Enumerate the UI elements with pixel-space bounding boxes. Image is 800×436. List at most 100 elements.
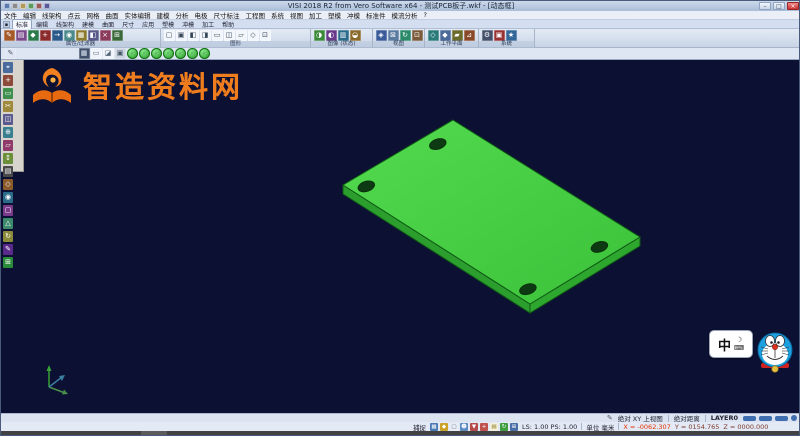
part-model-plate[interactable] <box>1 60 800 413</box>
menu-item[interactable]: 塑模 <box>325 10 344 20</box>
dock-tool-icon[interactable]: ▭ <box>3 88 13 99</box>
toolbar-tab[interactable]: 冲模 <box>178 19 198 30</box>
view-orientation-icon[interactable]: ◦ <box>127 48 138 59</box>
dock-tool-icon[interactable]: ⊞ <box>3 257 13 268</box>
toolbar-icon[interactable]: ◆ <box>28 30 39 41</box>
dock-tool-icon[interactable]: ✎ <box>3 244 13 255</box>
dock-tool-icon[interactable]: ⌖ <box>3 62 13 73</box>
toolbar2-icon[interactable]: ▭ <box>91 48 102 59</box>
dock-tool-icon[interactable]: ↕ <box>3 153 13 164</box>
toolbar-icon[interactable]: ◑ <box>314 30 325 41</box>
dock-tool-icon[interactable]: ⊕ <box>3 127 13 138</box>
dock-tool-icon[interactable]: ▢ <box>3 205 13 216</box>
toolbar-icon[interactable]: ◨ <box>200 30 211 41</box>
toolbar2-icon[interactable]: ▣ <box>115 48 126 59</box>
view-orientation-icon[interactable]: ◦ <box>187 48 198 59</box>
toolbar-icon[interactable]: ◧ <box>88 30 99 41</box>
toolbar-icon[interactable]: ◐ <box>326 30 337 41</box>
toolbar-icon[interactable]: ▢ <box>164 30 175 41</box>
toolbar-icon[interactable]: ⊠ <box>388 30 399 41</box>
toolbar-icon[interactable]: ✎ <box>4 30 15 41</box>
toolbar-icon[interactable]: ▣ <box>176 30 187 41</box>
dock-tool-icon[interactable]: ▱ <box>3 140 13 151</box>
dock-tool-icon[interactable]: ↻ <box>3 231 13 242</box>
toolbar-icon[interactable]: ▰ <box>452 30 463 41</box>
toolbar-icon[interactable]: ◫ <box>224 30 235 41</box>
toolbar-icon[interactable]: ▭ <box>212 30 223 41</box>
snap-icon[interactable]: ↻ <box>500 423 508 431</box>
ime-moon-icon[interactable]: ☽ <box>734 336 744 344</box>
quick-access-icon[interactable] <box>12 3 18 9</box>
toolbar-icon[interactable]: ⚙ <box>482 30 493 41</box>
minimize-button[interactable]: – <box>759 2 771 10</box>
quick-access-icon[interactable] <box>20 3 26 9</box>
snap-icon[interactable]: ▢ <box>450 423 458 431</box>
toolbar2-icon[interactable]: ▦ <box>79 48 90 59</box>
maximize-button[interactable]: □ <box>773 2 785 10</box>
toolbar-icon[interactable]: ⊡ <box>412 30 423 41</box>
snap-icon[interactable]: + <box>480 423 488 431</box>
quick-access-icon[interactable] <box>28 3 34 9</box>
view-orientation-icon[interactable]: ◦ <box>163 48 174 59</box>
toolbar-icon[interactable]: ◈ <box>376 30 387 41</box>
status-button[interactable] <box>743 416 756 421</box>
view-orientation-icon[interactable]: ◦ <box>199 48 210 59</box>
snap-icon[interactable]: ⊞ <box>510 423 518 431</box>
ime-keyboard-icon[interactable]: ⌨ <box>734 344 744 352</box>
snap-icon[interactable]: ▼ <box>470 423 478 431</box>
dock-tool-icon[interactable]: ◫ <box>3 114 13 125</box>
dock-tool-icon[interactable]: ✂ <box>3 101 13 112</box>
toolbar-icon[interactable]: ▱ <box>236 30 247 41</box>
status-button[interactable] <box>759 416 772 421</box>
toolbar-icon[interactable]: + <box>40 30 51 41</box>
menu-item[interactable]: 标准件 <box>363 10 389 20</box>
ime-lang-indicator[interactable]: 中 <box>718 335 731 354</box>
view-orientation-icon[interactable]: ◦ <box>139 48 150 59</box>
snap-icon[interactable]: ☻ <box>460 423 468 431</box>
toolbar-tab[interactable]: 曲面 <box>98 19 118 30</box>
toolbar-icon[interactable]: ⊞ <box>112 30 123 41</box>
dock-tool-icon[interactable]: ◇ <box>3 179 13 190</box>
toolbar-tab[interactable]: 尺寸 <box>118 19 138 30</box>
menu-item[interactable]: 模流分析 <box>389 10 421 20</box>
menu-item[interactable]: 冲模 <box>344 10 363 20</box>
toolbar-tab[interactable]: 帮助 <box>218 19 238 30</box>
status-button[interactable] <box>775 416 788 421</box>
toolbar2-icon[interactable]: ◪ <box>103 48 114 59</box>
viewport-canvas[interactable]: 智造资料网 中 ☽ ⌨ <box>1 60 800 413</box>
toolbar-icon[interactable]: ◒ <box>350 30 361 41</box>
toolbar-tab[interactable]: 编辑 <box>32 19 52 30</box>
toolbar-icon[interactable]: ◇ <box>248 30 259 41</box>
toolbar2-icon[interactable]: ✎ <box>5 48 16 59</box>
toolbar-tab[interactable]: 建模 <box>78 19 98 30</box>
dock-tool-icon[interactable]: ▤ <box>3 166 13 177</box>
quick-access-icon[interactable] <box>36 3 42 9</box>
toolbar-tab[interactable]: 应用 <box>138 19 158 30</box>
menu-item[interactable]: 工程图 <box>243 10 269 20</box>
layer-indicator[interactable]: LAYER0 <box>711 414 738 422</box>
collapse-button[interactable]: ▪ <box>3 21 10 28</box>
toolbar-tab[interactable]: 线架构 <box>52 19 78 30</box>
toolbar-icon[interactable]: → <box>52 30 63 41</box>
snap-icon[interactable]: ▦ <box>430 423 438 431</box>
toolbar-icon[interactable]: ◇ <box>428 30 439 41</box>
close-button[interactable]: × <box>787 2 799 10</box>
toolbar-tab[interactable]: 标准 <box>12 19 32 30</box>
toolbar-icon[interactable]: × <box>100 30 111 41</box>
quick-access-icon[interactable] <box>44 3 50 9</box>
toolbar-icon[interactable]: ↻ <box>400 30 411 41</box>
view-orientation-icon[interactable]: ◦ <box>151 48 162 59</box>
ime-pill[interactable]: 中 ☽ ⌨ <box>709 330 753 358</box>
menu-item[interactable]: ? <box>421 11 430 19</box>
toolbar-tab[interactable]: 塑模 <box>158 19 178 30</box>
toolbar-icon[interactable]: ▤ <box>16 30 27 41</box>
menu-item[interactable]: 加工 <box>306 10 325 20</box>
toolbar-icon[interactable]: ▦ <box>76 30 87 41</box>
status-button[interactable] <box>791 415 797 421</box>
snap-icon[interactable]: ◆ <box>440 423 448 431</box>
dock-tool-icon[interactable]: ◉ <box>3 192 13 203</box>
quick-access-icon[interactable] <box>4 3 10 9</box>
toolbar-icon[interactable]: ◆ <box>440 30 451 41</box>
ime-toolbar[interactable]: 中 ☽ ⌨ <box>709 330 797 376</box>
menu-item[interactable]: 系统 <box>268 10 287 20</box>
